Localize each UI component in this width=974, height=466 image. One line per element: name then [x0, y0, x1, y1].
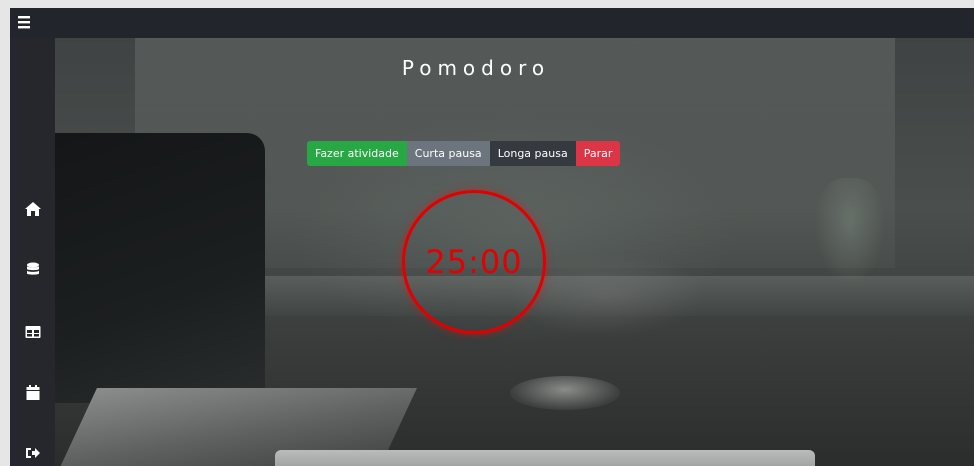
database-icon[interactable]: [24, 261, 42, 279]
background-bowl: [510, 376, 620, 410]
main-content: Pomodoro Fazer atividade Curta pausa Lon…: [55, 38, 974, 466]
pomodoro-mode-buttons: Fazer atividade Curta pausa Longa pausa …: [307, 141, 621, 166]
background-laptop: [55, 133, 265, 403]
hamburger-menu-icon[interactable]: [16, 15, 36, 31]
long-break-button[interactable]: Longa pausa: [489, 141, 576, 166]
top-bar: [10, 8, 974, 38]
sign-out-icon[interactable]: [24, 444, 42, 462]
background-keyboard: [275, 450, 815, 466]
calendar-icon[interactable]: [24, 384, 42, 402]
app-window: Pomodoro Fazer atividade Curta pausa Lon…: [10, 8, 974, 466]
background-glass: [815, 178, 885, 288]
short-break-button[interactable]: Curta pausa: [406, 141, 490, 166]
activity-button[interactable]: Fazer atividade: [307, 141, 407, 166]
table-icon[interactable]: [24, 323, 42, 341]
timer-display: 25:00: [425, 243, 523, 281]
home-icon[interactable]: [24, 200, 42, 218]
page-title: Pomodoro: [401, 56, 551, 80]
stop-button[interactable]: Parar: [575, 141, 621, 166]
sidebar: [10, 38, 55, 466]
